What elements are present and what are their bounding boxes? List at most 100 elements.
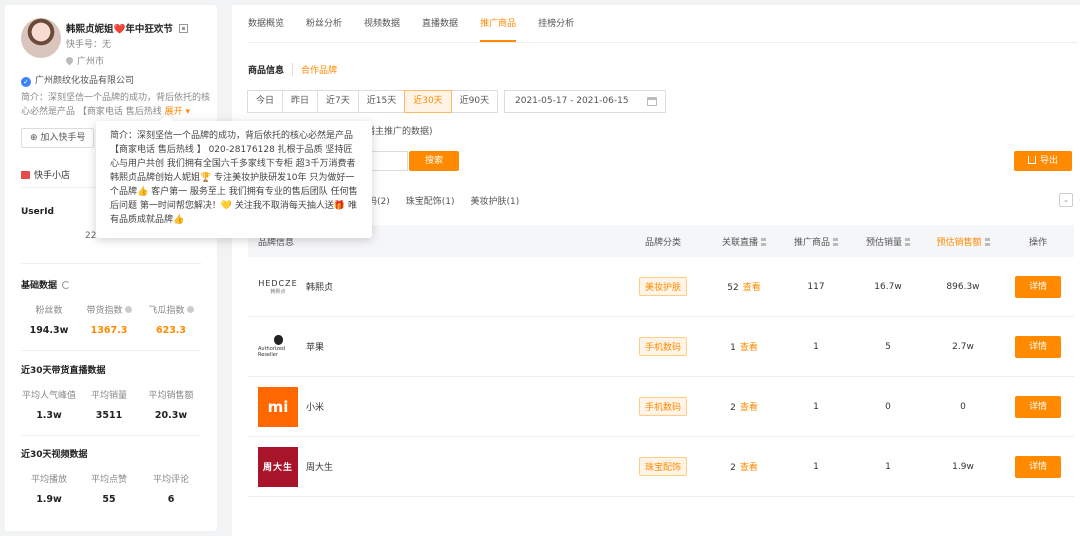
detail-button[interactable]: 详情 [1015, 395, 1061, 418]
tab-fans[interactable]: 粉丝分析 [306, 5, 342, 42]
brand-cell: HEDCZE 韩熙贞 韩熙贞 [248, 267, 618, 307]
live30-title: 近30天带货直播数据 [21, 366, 106, 376]
th-amount[interactable]: 预估销售额 [924, 235, 1002, 248]
sales-cell: 5 [885, 341, 891, 352]
export-button[interactable]: 导出 [1014, 151, 1072, 171]
range-30d[interactable]: 近30天 [404, 90, 452, 113]
brand-cell: Authorized Reseller 苹果 [248, 327, 618, 367]
tab-video[interactable]: 视频数据 [364, 5, 400, 42]
live-cell: 1 查看 [708, 340, 780, 353]
help-icon[interactable] [186, 306, 194, 313]
live-count: 2 [730, 403, 736, 413]
metric-feigua-index: 飞瓜指数 623.3 [139, 303, 203, 336]
category-tag: 美妆护肤 [638, 277, 687, 296]
city: 广州市 [64, 54, 104, 67]
amount-cell: 1.9w [952, 461, 974, 472]
main-panel: 数据概览 粉丝分析 视频数据 直播数据 推广商品 挂榜分析 商品信息 合作品牌 … [232, 5, 1080, 536]
detail-button[interactable]: 详情 [1015, 275, 1061, 298]
sort-icon [761, 237, 766, 246]
amount-cell: 0 [960, 401, 966, 412]
promo-cell: 117 [807, 281, 825, 292]
category-tag: 手机数码 [638, 337, 687, 356]
th-sales-label: 预估销量 [865, 237, 902, 248]
metric-label-wrap: 飞瓜指数 [139, 303, 203, 316]
sales-cell: 16.7w [874, 281, 902, 292]
category-cell: 手机数码 [618, 337, 708, 356]
brand-cell: mi 小米 [248, 386, 618, 427]
export-icon [1027, 156, 1036, 164]
subtab-brands[interactable]: 合作品牌 [293, 63, 345, 76]
shop-link[interactable]: 快手小店 [21, 168, 70, 181]
metric-label: 飞瓜指数 [148, 306, 185, 316]
th-amount-label: 预估销售额 [936, 237, 982, 248]
promo-cell: 1 [813, 401, 819, 412]
view-link[interactable]: 查看 [740, 403, 758, 413]
metric-value: 3511 [95, 410, 123, 421]
metric-avg-sales: 平均销量 3511 [77, 388, 141, 421]
category-jewelry[interactable]: 珠宝配饰(1) [406, 194, 455, 207]
brand-cell: 周大生 周大生 [248, 446, 618, 487]
view-link[interactable]: 查看 [740, 343, 758, 353]
metric-avg-popularity: 平均人气峰值 1.3w [17, 388, 81, 421]
th-sales[interactable]: 预估销量 [852, 235, 924, 248]
metric-value: 623.3 [155, 325, 187, 336]
qrcode-icon[interactable] [178, 24, 188, 33]
table-row: Authorized Reseller 苹果 手机数码 1 查看 1 5 2.7w… [248, 317, 1074, 377]
detail-button[interactable]: 详情 [1015, 335, 1061, 358]
metric-avg-like: 平均点赞 55 [77, 472, 141, 505]
amount-cell: 896.3w [946, 281, 980, 292]
brand-name[interactable]: 苹果 [306, 340, 324, 353]
sort-icon [833, 237, 838, 246]
range-yesterday[interactable]: 昨日 [282, 90, 319, 113]
live-cell: 2 查看 [708, 400, 780, 413]
brand-name[interactable]: 韩熙贞 [306, 280, 333, 293]
th-live[interactable]: 关联直播 [708, 235, 780, 248]
company-text: 广州颜纹化妆品有限公司 [35, 76, 135, 86]
export-label: 导出 [1039, 156, 1058, 166]
tab-ranking[interactable]: 挂榜分析 [538, 5, 574, 42]
range-7d[interactable]: 近7天 [317, 90, 359, 113]
date-range-picker[interactable]: 2021-05-17 - 2021-06-15 [504, 90, 666, 113]
data-note: 播主推广的数据) [366, 127, 433, 137]
metric-sales-index: 带货指数 1367.3 [77, 303, 141, 336]
tab-live[interactable]: 直播数据 [422, 5, 458, 42]
category-cell: 美妆护肤 [618, 277, 708, 296]
search-button[interactable]: 搜索 [409, 151, 459, 171]
view-link[interactable]: 查看 [743, 283, 761, 293]
op-cell: 详情 [1002, 455, 1074, 478]
live-cell: 52 查看 [708, 280, 780, 293]
avatar[interactable] [21, 18, 61, 58]
subtab-goods-info[interactable]: 商品信息 [248, 63, 294, 76]
add-account-button[interactable]: ⊕ 加入快手号 [21, 128, 95, 148]
metric-label: 粉丝数 [35, 306, 63, 316]
range-90d[interactable]: 近90天 [450, 90, 499, 113]
metric-avg-play: 平均播放 1.9w [17, 472, 81, 505]
th-promo[interactable]: 推广商品 [780, 235, 852, 248]
help-icon[interactable] [124, 306, 132, 313]
range-today[interactable]: 今日 [247, 90, 284, 113]
view-link[interactable]: 查看 [740, 463, 758, 473]
collapse-button[interactable]: ⌄ [1059, 193, 1073, 207]
detail-button[interactable]: 详情 [1015, 455, 1061, 478]
brand-name[interactable]: 小米 [306, 400, 324, 413]
brand-logo-mi: mi [258, 386, 298, 427]
op-cell: 详情 [1002, 395, 1074, 418]
userid-label: UserId [21, 207, 54, 217]
category-beauty[interactable]: 美妆护肤(1) [471, 194, 520, 207]
op-cell: 详情 [1002, 335, 1074, 358]
brand-name[interactable]: 周大生 [306, 460, 333, 473]
category-tag: 珠宝配饰 [638, 457, 687, 476]
tab-overview[interactable]: 数据概览 [248, 5, 284, 42]
category-tag: 手机数码 [638, 397, 687, 416]
apple-icon [273, 335, 283, 345]
logo-text: HEDCZE [258, 278, 298, 288]
refresh-icon[interactable] [62, 281, 71, 289]
range-15d[interactable]: 近15天 [357, 90, 406, 113]
tab-promoted-goods[interactable]: 推广商品 [480, 5, 517, 42]
date-range-buttons: 今日 昨日 近7天 近15天 近30天 近90天 [247, 90, 499, 113]
metric-label: 平均销量 [90, 391, 127, 401]
location-pin-icon [64, 55, 75, 66]
add-account-label: 加入快手号 [40, 133, 86, 143]
brand-logo-apple: Authorized Reseller [258, 327, 298, 367]
metric-value: 1367.3 [90, 325, 128, 336]
